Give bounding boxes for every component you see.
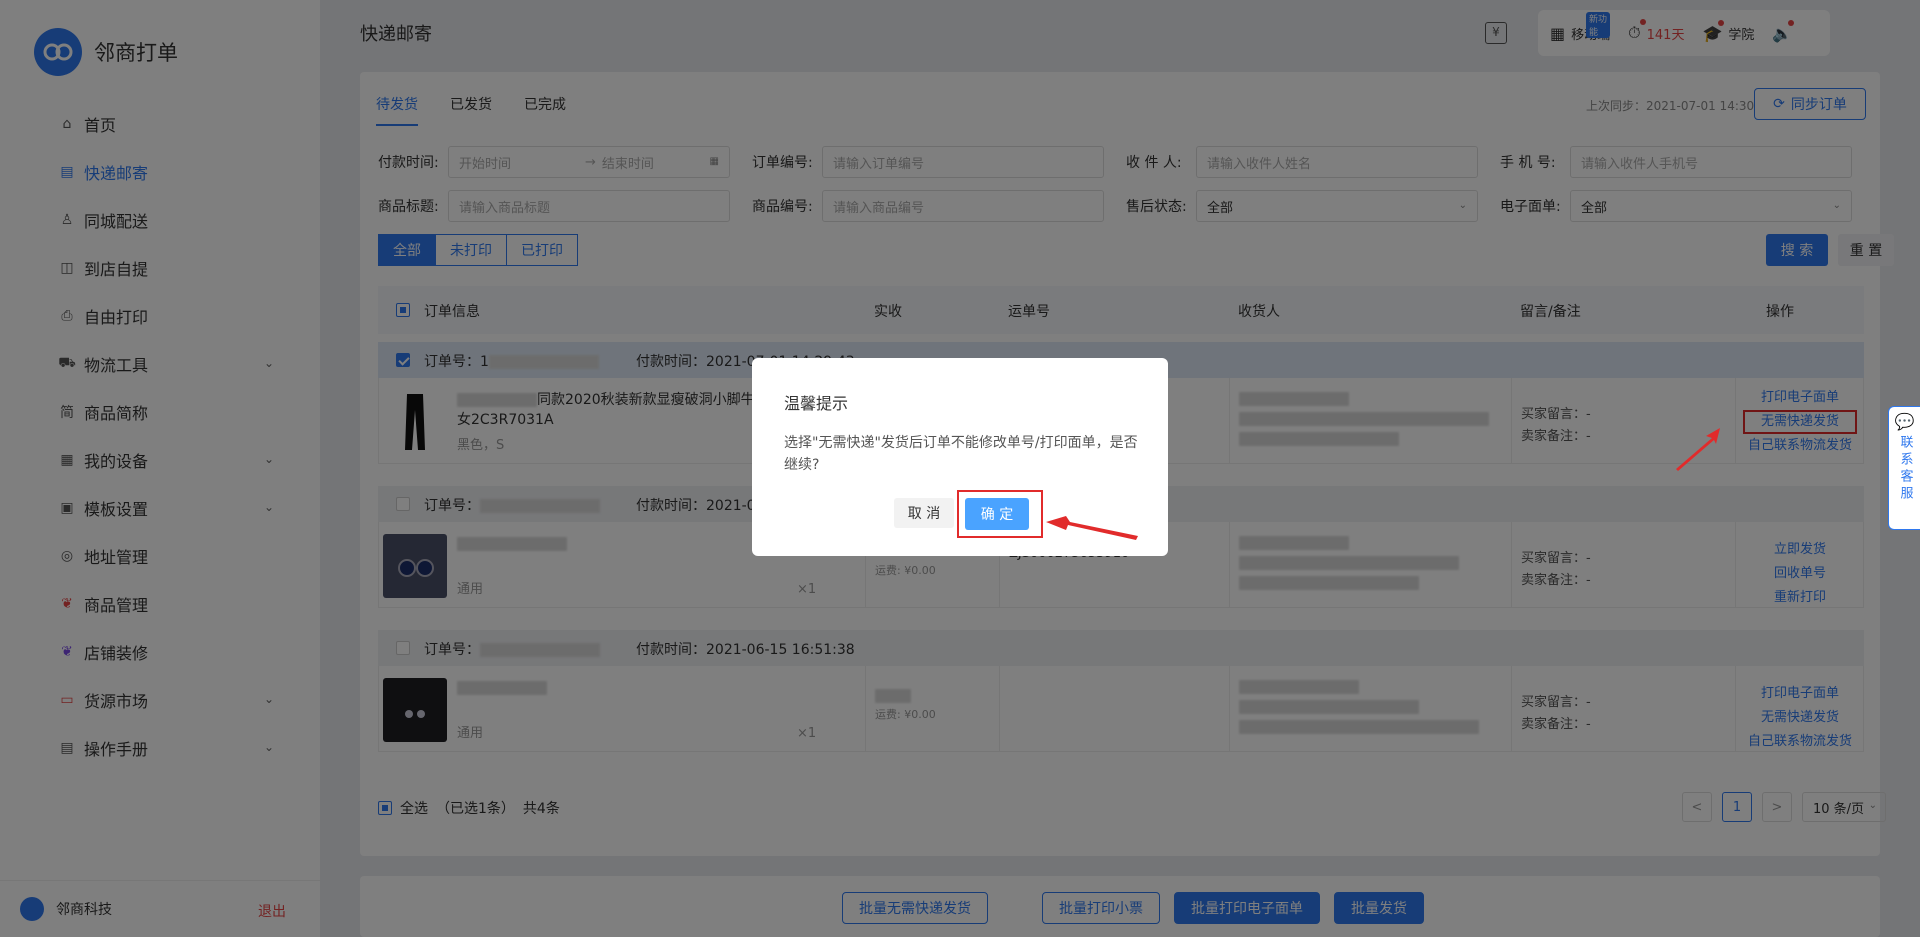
dialog-message: 选择"无需快递"发货后订单不能修改单号/打印面单，是否继续? <box>784 435 1138 473</box>
confirm-dialog: 温馨提示 选择"无需快递"发货后订单不能修改单号/打印面单，是否继续? 取 消 … <box>752 358 1168 556</box>
customer-service-label: 联系客服 <box>1897 435 1913 503</box>
chat-icon: 💬 <box>1894 412 1915 431</box>
cancel-button[interactable]: 取 消 <box>894 498 954 528</box>
dialog-title: 温馨提示 <box>784 394 849 413</box>
ok-highlight-box: 确 定 <box>957 490 1043 538</box>
confirm-button[interactable]: 确 定 <box>965 498 1029 530</box>
customer-service-button[interactable]: 💬 联系客服 <box>1888 406 1920 530</box>
